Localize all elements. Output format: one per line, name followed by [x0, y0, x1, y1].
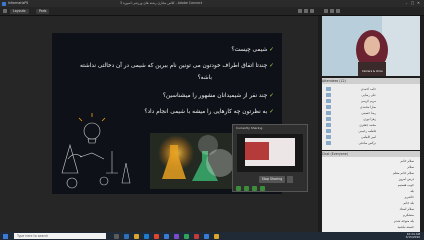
- chat-message: بله خانم: [403, 201, 414, 205]
- attendees-pod: Attendees (12) حامد احمدی علی رضایی مریم…: [322, 78, 420, 150]
- taskbar: Type here to search 10:24 AM 3/15/2020: [0, 232, 424, 240]
- app-icon[interactable]: [174, 233, 179, 239]
- user-icon: [326, 123, 331, 127]
- user-icon: [326, 87, 331, 91]
- chat-message: خوب هستیم: [397, 183, 414, 187]
- chat-message: بله متوجه شدم: [394, 219, 414, 223]
- user-icon: [326, 105, 331, 109]
- title-bar: InformatixPS کلاس مجازی رشته های ورزشی ا…: [0, 0, 424, 7]
- slide-bullet-4: ✓ به نظرتون چه کارهایی را میشه با شیمی ا…: [144, 109, 274, 115]
- chrome-icon[interactable]: [154, 233, 159, 239]
- close-button[interactable]: ✕: [416, 1, 421, 5]
- layout-icon[interactable]: [304, 9, 308, 13]
- list-item[interactable]: مریم کریمی: [336, 99, 376, 103]
- app-icon: [2, 1, 6, 6]
- user-icon: [326, 117, 331, 121]
- windows-start-icon[interactable]: [3, 233, 8, 239]
- slide-bullet-3: ✓ چند نفر از شیمیدانان مشهور را میشناسین…: [162, 93, 274, 99]
- window-title: InformatixPS: [8, 1, 29, 5]
- user-icon: [326, 129, 331, 133]
- camera-label: Camera & Voice: [362, 70, 383, 73]
- user-icon: [326, 93, 331, 97]
- list-item[interactable]: علی رضایی: [336, 93, 376, 97]
- share-control-icon[interactable]: [260, 186, 265, 191]
- share-control-icon[interactable]: [252, 186, 257, 191]
- chat-message: حاضرم: [404, 195, 414, 199]
- pause-icon[interactable]: [287, 176, 293, 183]
- maximize-button[interactable]: □: [410, 1, 415, 5]
- app-icon[interactable]: [204, 233, 209, 239]
- check-icon: ✓: [269, 47, 274, 53]
- sharing-popup[interactable]: Currently Sharing Stop Sharing: [232, 124, 308, 192]
- user-icon: [326, 141, 331, 145]
- chat-header: Chat (Everyone): [322, 151, 420, 157]
- slide-bullet-2: ✓ چندتا اتفاق اطراف خودتون می تونین نام …: [80, 63, 274, 69]
- popup-title: Currently Sharing: [236, 126, 263, 130]
- chat-message: سلام خانم: [400, 159, 414, 163]
- fullscreen-icon[interactable]: [310, 9, 314, 13]
- presenter-video: [322, 16, 420, 76]
- check-icon: ✓: [269, 109, 274, 115]
- adobe-connect-icon[interactable]: [164, 233, 169, 239]
- slide-bullet-2-cont: باشه؟: [197, 75, 212, 81]
- chat-message: سلام استاد: [399, 207, 414, 211]
- list-item[interactable]: حامد احمدی: [336, 87, 376, 91]
- chat-message: سلام خانم معلم: [393, 171, 414, 175]
- app-icon[interactable]: [184, 233, 189, 239]
- tab-layouts[interactable]: Layouts: [10, 8, 29, 14]
- speaker-icon[interactable]: [336, 9, 340, 13]
- user-icon: [326, 111, 331, 115]
- camera-pod: Camera & Voice: [322, 16, 420, 76]
- camera-icon[interactable]: [330, 9, 334, 13]
- list-item[interactable]: امیر کاظمی: [336, 135, 376, 139]
- chat-message: درس امروز: [398, 177, 414, 181]
- taskbar-clock[interactable]: 10:24 AM 3/15/2020: [406, 232, 420, 240]
- folder-icon[interactable]: [134, 233, 139, 239]
- menu-icon[interactable]: [3, 9, 7, 13]
- task-view-icon[interactable]: [114, 233, 119, 239]
- edge-icon[interactable]: [124, 233, 129, 239]
- list-item[interactable]: زهرا نوری: [336, 117, 376, 121]
- grid-icon[interactable]: [298, 9, 302, 13]
- user-icon: [326, 99, 331, 103]
- taskbar-search-input[interactable]: Type here to search: [14, 233, 106, 239]
- slide-bullet-1: ✓ شیمی چیست؟: [231, 47, 274, 53]
- chat-pod: Chat (Everyone) سلام خانم سلام سلام خانم…: [322, 151, 420, 232]
- share-control-icon[interactable]: [244, 186, 249, 191]
- tab-pods[interactable]: Pods: [36, 8, 50, 14]
- share-control-icon[interactable]: [236, 186, 241, 191]
- list-item[interactable]: رضا حسینی: [336, 111, 376, 115]
- check-icon: ✓: [269, 63, 274, 69]
- meeting-title: کلاس مجازی رشته های ورزشی اسوره 3 - Adob…: [120, 1, 203, 5]
- list-item[interactable]: سارا محمدی: [336, 105, 376, 109]
- attendees-header: Attendees (12): [322, 78, 420, 84]
- user-icon: [326, 135, 331, 139]
- toolbar: Layouts Pods: [0, 7, 424, 16]
- mic-icon[interactable]: [324, 9, 328, 13]
- app-icon[interactable]: [194, 233, 199, 239]
- list-item[interactable]: فاطمه رحیمی: [336, 129, 376, 133]
- chat-message: سلام: [407, 165, 414, 169]
- store-icon[interactable]: [144, 233, 149, 239]
- list-item[interactable]: نرگس صادقی: [336, 141, 376, 145]
- chat-message: بله: [410, 189, 414, 193]
- share-preview: [237, 134, 303, 172]
- list-item[interactable]: محمد جعفری: [336, 123, 376, 127]
- stop-sharing-button[interactable]: Stop Sharing: [259, 176, 285, 183]
- bulb-rays: [78, 113, 106, 122]
- chat-message: متشکرم: [402, 213, 414, 217]
- app-icon[interactable]: [214, 233, 219, 239]
- chat-message: خسته نباشید: [397, 225, 414, 229]
- minimize-button[interactable]: –: [404, 1, 409, 5]
- preview-thumbnail: [245, 138, 295, 166]
- check-icon: ✓: [269, 93, 274, 99]
- chemistry-doodles: [61, 122, 131, 189]
